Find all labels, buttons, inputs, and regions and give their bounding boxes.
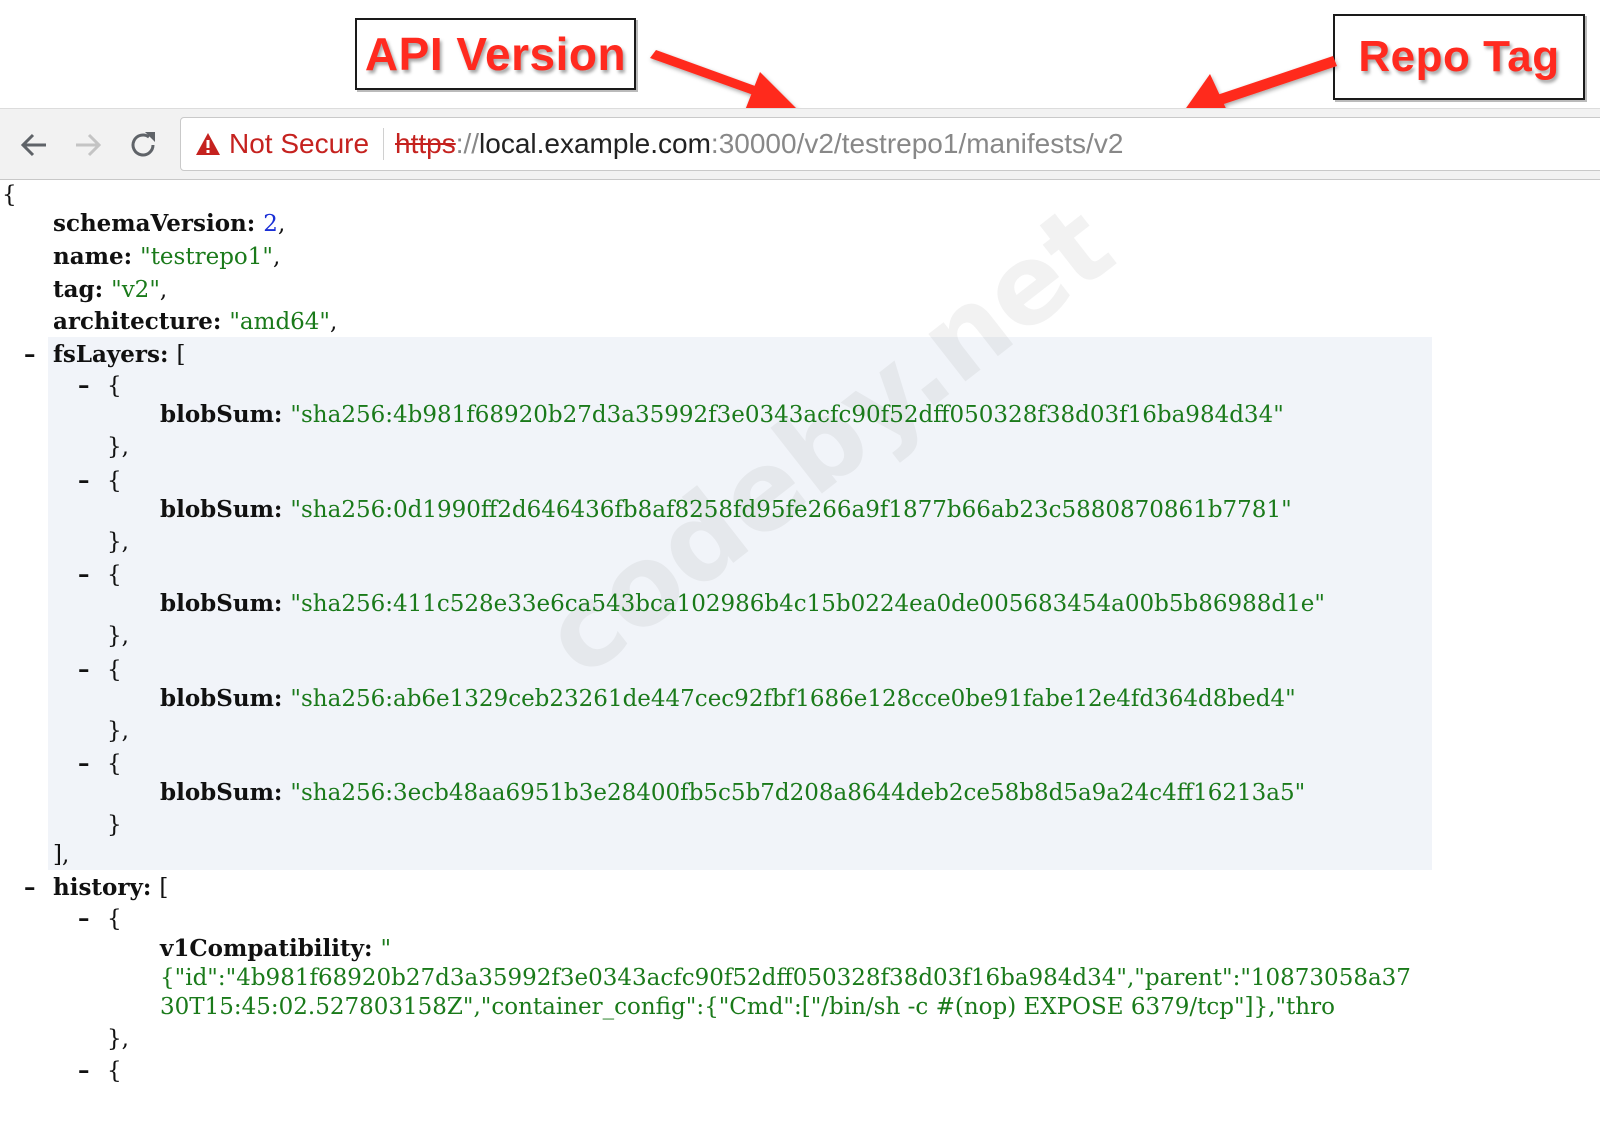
json-key: blobSum [160,495,274,523]
collapse-toggle-layer-3[interactable]: – [78,655,90,685]
json-line-blobsum: blobSum: "sha256:4b981f68920b27d3a35992f… [160,401,1284,428]
json-close-fslayers: ], [53,842,70,868]
json-string: "sha256:411c528e33e6ca543bca102986b4c15b… [290,591,1325,617]
browser-toolbar: Not Secure https://local.example.com:300… [0,108,1600,180]
json-line-schema: schemaVersion: 2, [53,210,286,237]
security-indicator[interactable]: Not Secure [195,118,369,170]
json-v1compat-value-line-2: 30T15:45:02.527803158Z","container_confi… [160,994,1335,1020]
reload-icon [131,132,155,157]
json-string: "sha256:ab6e1329ceb23261de447cec92fbf168… [290,685,1296,712]
not-secure-label: Not Secure [229,128,370,159]
json-close-object: }, [107,1026,129,1052]
repo-tag-label: Repo Tag [1358,32,1560,81]
tag-arrow-shaft [1214,56,1337,106]
json-line-name: name: "testrepo1", [53,243,281,270]
json-close-object: }, [107,623,129,649]
json-number: 2 [263,211,278,237]
json-open-object: { [107,373,122,399]
json-line-blobsum: blobSum: "sha256:0d1990ff2d646436fb8af82… [160,495,1292,523]
json-line-blobsum: blobSum: "sha256:411c528e33e6ca543bca102… [160,590,1325,617]
url-host: local.example.com [479,128,711,159]
json-key: v1Compatibility [160,935,364,962]
json-string: "v2" [111,277,160,303]
json-open-object: { [107,1058,122,1084]
back-button[interactable] [14,127,54,163]
json-open-object: { [107,906,122,932]
reload-button[interactable] [123,127,163,163]
json-line-blobsum: blobSum: "sha256:ab6e1329ceb23261de447ce… [160,684,1296,712]
json-key: fsLayers [53,341,160,368]
json-key: blobSum [160,684,274,712]
json-string: "testrepo1" [140,244,273,270]
json-open-object: { [107,656,122,683]
json-close-object: }, [107,717,129,744]
json-string: "sha256:0d1990ff2d646436fb8af8258fd95fe2… [290,496,1292,523]
back-arrow-icon [20,133,46,157]
json-line-blobsum: blobSum: "sha256:3ecb48aa6951b3e28400fb5… [160,779,1306,806]
warning-triangle-icon [196,133,220,155]
address-bar[interactable]: Not Secure https://local.example.com:300… [180,117,1600,171]
json-line-tag: tag: "v2", [53,276,168,303]
json-key: blobSum [160,590,274,617]
json-open-object: { [107,467,122,494]
api-version-callout: API Version [355,18,636,90]
collapse-toggle-layer-4[interactable]: – [78,749,90,779]
json-string: " [380,936,392,962]
url-text[interactable]: https://local.example.com:30000/v2/testr… [395,118,1123,170]
collapse-toggle-history[interactable]: – [24,873,36,903]
forward-arrow-icon [76,133,102,157]
collapse-toggle-history-0[interactable]: – [78,904,90,934]
json-key: architecture [53,308,213,335]
url-scheme: https [395,128,456,159]
json-key: name [53,243,124,270]
json-string: "amd64" [229,309,331,335]
json-close-object: } [107,812,122,838]
json-string: "sha256:4b981f68920b27d3a35992f3e0343acf… [290,402,1284,428]
collapse-toggle-history-1[interactable]: – [78,1056,90,1086]
collapse-toggle-layer-1[interactable]: – [78,466,90,496]
collapse-toggle-layer-0[interactable]: – [78,371,90,401]
json-key: history [53,874,143,901]
json-viewer: codeby.net { schemaVersion: 2, name: "te… [0,180,1600,1143]
json-close-object: }, [107,434,129,460]
json-key: tag [53,276,95,303]
forward-button[interactable] [68,127,108,163]
json-line-v1compat: v1Compatibility: " [160,935,392,962]
repo-tag-callout: Repo Tag [1333,14,1585,100]
json-open-object: { [107,751,122,777]
json-key: schemaVersion [53,210,247,237]
json-string: "sha256:3ecb48aa6951b3e28400fb5c5b7d208a… [290,780,1306,806]
url-separator: :// [455,128,480,159]
json-key: blobSum [160,401,274,428]
json-line-architecture: architecture: "amd64", [53,308,338,335]
json-open-object: { [107,562,122,588]
url-path: :30000/v2/testrepo1/manifests/v2 [710,128,1124,159]
address-bar-divider [383,128,384,160]
api-version-label: API Version [364,28,627,80]
api-arrow-shaft [650,50,780,103]
json-line-history: history: [ [53,874,169,901]
json-line-fslayers: fsLayers: [ [53,341,186,368]
collapse-toggle-fslayers[interactable]: – [24,340,36,370]
json-close-object: }, [107,528,129,555]
json-v1compat-value-line-1: {"id":"4b981f68920b27d3a35992f3e0343acfc… [160,965,1411,991]
collapse-toggle-layer-2[interactable]: – [78,560,90,590]
json-key: blobSum [160,779,274,806]
json-open-brace: { [2,182,17,208]
